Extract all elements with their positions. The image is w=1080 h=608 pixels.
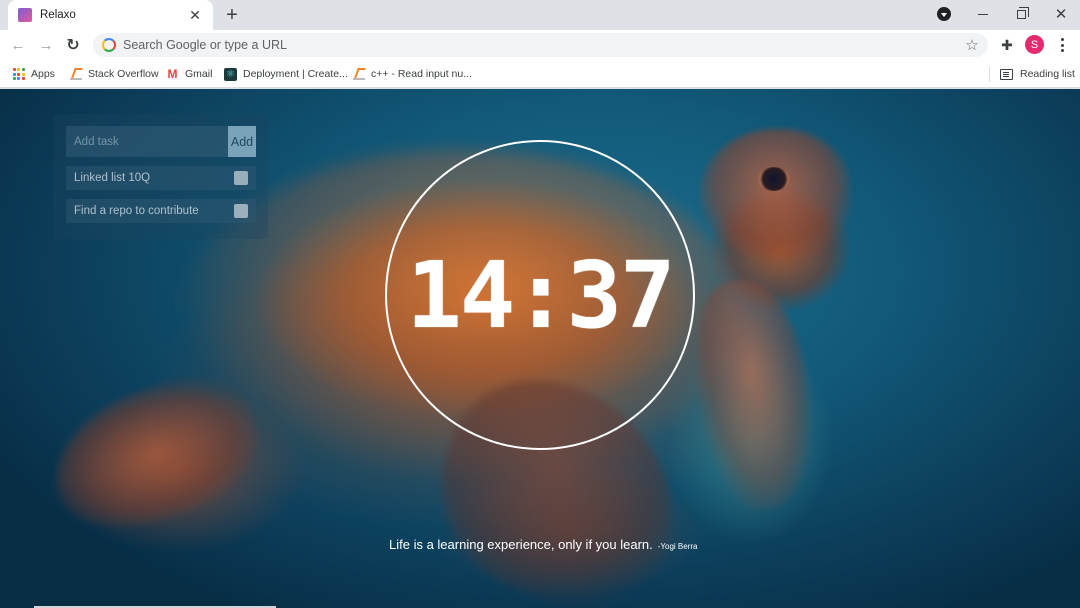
restore-button[interactable] [1001,0,1041,28]
close-icon[interactable]: ✕ [187,7,203,23]
task-checkbox[interactable] [234,204,248,218]
bookmark-gmail[interactable]: M Gmail [166,64,213,84]
bookmark-stack-overflow[interactable]: Stack Overflow [69,64,159,84]
add-task-row: Add [66,126,256,157]
omnibox-placeholder: Search Google or type a URL [123,38,287,52]
quote-author: -Yogi Berra [657,542,698,551]
gmail-icon: M [167,67,178,81]
back-arrow-icon[interactable]: ← [7,34,29,56]
relaxo-favicon-icon [18,8,32,22]
background-turtle-head [700,129,850,259]
minimize-button[interactable] [963,0,1003,28]
new-tab-button[interactable]: + [222,4,242,26]
forward-arrow-icon[interactable]: → [35,34,57,56]
new-tab-page: Add Linked list 10Q Find a repo to contr… [0,89,1080,608]
bookmark-label: c++ - Read input nu... [371,68,472,80]
clock-time: 14:37 [406,241,676,349]
bookmark-label: Deployment | Create... [243,68,348,80]
browser-toolbar: ← → ↻ Search Google or type a URL ☆ ✚ S [0,30,1080,60]
window-close-button[interactable]: ✕ [1041,0,1080,28]
apps-grid-icon [12,68,25,81]
google-icon [102,38,116,52]
quote: Life is a learning experience, only if y… [389,537,698,552]
background-turtle-eye [758,167,790,191]
reading-list-label: Reading list [1020,68,1075,80]
task-checkbox[interactable] [234,171,248,185]
tab-search-icon[interactable] [937,7,951,21]
profile-avatar[interactable]: S [1025,35,1044,54]
task-label: Find a repo to contribute [74,205,199,217]
extensions-puzzle-icon[interactable]: ✚ [997,35,1017,55]
reading-list-icon [1000,68,1013,80]
react-icon: ⚛ [224,67,237,81]
task-item: Find a repo to contribute [66,199,256,223]
reading-list-button[interactable]: Reading list [1000,64,1075,84]
stackoverflow-icon [352,68,365,81]
tasks-panel: Add Linked list 10Q Find a repo to contr… [54,114,268,239]
bookmark-label: Apps [31,68,55,80]
task-label: Linked list 10Q [74,172,151,184]
bookmark-label: Stack Overflow [88,68,159,80]
bookmarks-divider [989,67,990,82]
add-task-input[interactable] [66,126,228,157]
bookmark-star-icon[interactable]: ☆ [960,33,984,57]
restore-icon [1016,6,1029,19]
omnibox[interactable]: Search Google or type a URL ☆ [93,33,988,57]
bookmark-label: Gmail [185,68,213,80]
minimize-icon [978,13,988,15]
bookmarks-bar: Apps Stack Overflow M Gmail ⚛ Deployment… [0,60,1080,88]
background-turtle-flipper [684,272,826,516]
stackoverflow-icon [69,68,82,81]
tab-strip: Relaxo ✕ + ✕ [0,0,1080,30]
tab-title: Relaxo [40,9,76,21]
more-menu-icon[interactable] [1053,35,1071,55]
bookmark-deployment[interactable]: ⚛ Deployment | Create... [224,64,348,84]
reload-icon[interactable]: ↻ [62,34,84,56]
tab-relaxo[interactable]: Relaxo ✕ [8,0,213,30]
quote-text: Life is a learning experience, only if y… [389,537,653,552]
task-item: Linked list 10Q [66,166,256,190]
bookmark-cpp-read-input[interactable]: c++ - Read input nu... [352,64,472,84]
bookmark-apps[interactable]: Apps [12,64,55,84]
add-task-button[interactable]: Add [228,126,256,157]
